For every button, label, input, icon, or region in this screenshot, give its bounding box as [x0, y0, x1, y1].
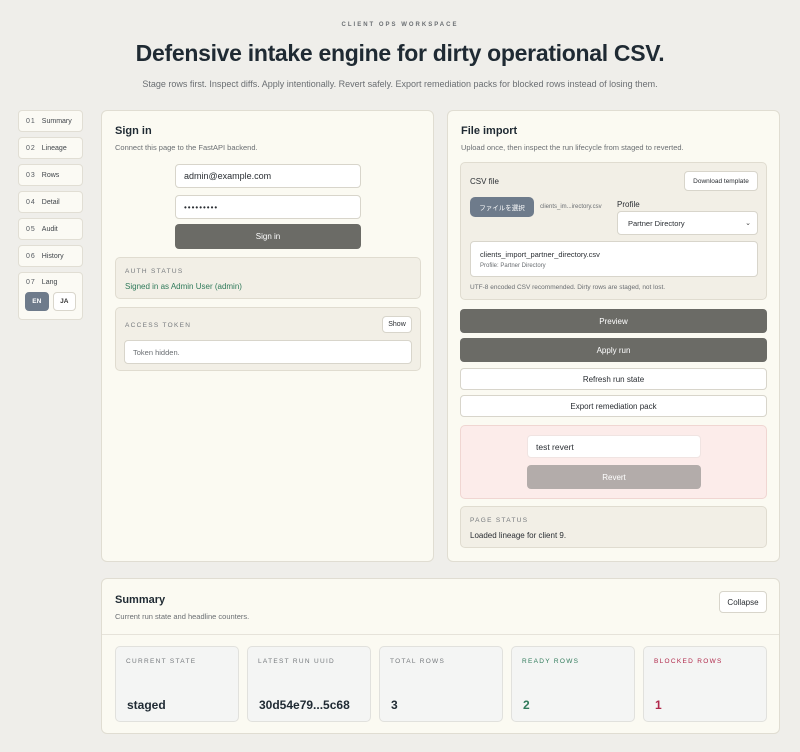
email-field[interactable]: admin@example.com [175, 164, 361, 188]
stat-value: 2 [523, 698, 530, 712]
access-token-label: ACCESS TOKEN [125, 322, 192, 329]
nav-item-label: Lang [41, 279, 58, 286]
workspace-eyebrow: CLIENT OPS WORKSPACE [341, 22, 459, 28]
auth-status-value: Signed in as Admin User (admin) [125, 282, 242, 291]
stat-label: LATEST RUN UUID [258, 658, 336, 665]
profile-label: Profile [617, 200, 640, 209]
page-subtitle: Stage rows first. Inspect diffs. Apply i… [142, 79, 658, 89]
password-field[interactable]: ••••••••• [175, 195, 361, 219]
stat-value: 30d54e79...5c68 [259, 698, 350, 712]
auth-status-panel: AUTH STATUS Signed in as Admin User (adm… [115, 257, 421, 299]
nav-item-history[interactable]: 06 History [18, 245, 83, 267]
csv-upload-panel: CSV file Download template ファイルを選択 clien… [460, 162, 767, 300]
summary-divider [102, 634, 779, 635]
nav-item-label: History [41, 252, 64, 260]
nav-item-number: 05 [26, 225, 36, 233]
access-token-field[interactable]: Token hidden. [124, 340, 412, 364]
stat-value: staged [127, 698, 166, 712]
signin-card: Sign in Connect this page to the FastAPI… [101, 110, 434, 562]
nav-item-label: Audit [41, 225, 58, 233]
stat-ready-rows: READY ROWS 2 [511, 646, 635, 722]
nav-item-rows[interactable]: 03 Rows [18, 164, 83, 186]
preview-button[interactable]: Preview [460, 309, 767, 333]
nav-item-lang: 07 Lang EN JA [18, 272, 83, 320]
nav-item-detail[interactable]: 04 Detail [18, 191, 83, 213]
revert-button[interactable]: Revert [527, 465, 701, 489]
apply-run-button[interactable]: Apply run [460, 338, 767, 362]
nav-item-audit[interactable]: 05 Audit [18, 218, 83, 240]
signin-subtitle: Connect this page to the FastAPI backend… [115, 143, 258, 152]
nav-item-number: 01 [26, 117, 36, 125]
csv-file-label: CSV file [470, 177, 499, 186]
file-import-subtitle: Upload once, then inspect the run lifecy… [461, 143, 684, 152]
signin-title: Sign in [115, 125, 152, 137]
stat-total-rows: TOTAL ROWS 3 [379, 646, 503, 722]
nav-item-summary[interactable]: 01 Summary [18, 110, 83, 132]
section-nav: 01 Summary 02 Lineage 03 Rows 04 Detail 05 Au… [18, 110, 83, 320]
profile-select-value: Partner Directory [628, 218, 685, 228]
stat-current-state: CURRENT STATE staged [115, 646, 239, 722]
stat-latest-run-uuid: LATEST RUN UUID 30d54e79...5c68 [247, 646, 371, 722]
revert-panel: test revert Revert [460, 425, 767, 499]
nav-item-number: 02 [26, 144, 36, 152]
selected-file-name: clients_im...irectory.csv [540, 204, 602, 210]
access-token-panel: ACCESS TOKEN Show Token hidden. [115, 307, 421, 371]
export-remediation-button[interactable]: Export remediation pack [460, 395, 767, 417]
nav-item-label: Summary [41, 117, 72, 125]
summary-title: Summary [115, 594, 166, 606]
signin-button[interactable]: Sign in [175, 224, 361, 249]
file-info-box: clients_import_partner_directory.csv Pro… [470, 241, 758, 277]
chevron-down-icon: ⌄ [745, 220, 751, 227]
stat-label: CURRENT STATE [126, 658, 197, 665]
stat-value: 3 [391, 698, 398, 712]
csv-hint: UTF-8 encoded CSV recommended. Dirty row… [470, 284, 666, 291]
choose-file-button[interactable]: ファイルを選択 [470, 197, 534, 217]
file-info-name: clients_import_partner_directory.csv [480, 250, 600, 259]
nav-item-lineage[interactable]: 02 Lineage [18, 137, 83, 159]
nav-item-number: 07 [26, 279, 36, 286]
file-import-card: File import Upload once, then inspect th… [447, 110, 780, 562]
nav-item-number: 04 [26, 198, 36, 206]
lang-en-button[interactable]: EN [25, 292, 49, 311]
stat-label: READY ROWS [522, 658, 580, 665]
page-status-panel: PAGE STATUS Loaded lineage for client 9. [460, 506, 767, 548]
summary-subtitle: Current run state and headline counters. [115, 612, 250, 621]
page-status-value: Loaded lineage for client 9. [470, 531, 567, 540]
download-template-button[interactable]: Download template [684, 171, 758, 191]
revert-reason-input[interactable]: test revert [527, 435, 701, 458]
stat-blocked-rows: BLOCKED ROWS 1 [643, 646, 767, 722]
nav-item-label: Detail [41, 198, 60, 206]
nav-item-label: Rows [41, 171, 60, 179]
collapse-button[interactable]: Collapse [719, 591, 767, 613]
stat-label: TOTAL ROWS [390, 658, 446, 665]
file-info-profile: Profile: Partner Directory [480, 263, 546, 269]
lang-ja-button[interactable]: JA [52, 292, 76, 311]
page-status-label: PAGE STATUS [470, 517, 529, 524]
refresh-run-state-button[interactable]: Refresh run state [460, 368, 767, 390]
page-title: Defensive intake engine for dirty operat… [135, 40, 665, 66]
token-show-button[interactable]: Show [382, 316, 412, 333]
nav-item-label: Lineage [41, 144, 67, 152]
stat-label: BLOCKED ROWS [654, 658, 723, 665]
profile-select[interactable]: Partner Directory ⌄ [617, 211, 758, 235]
file-import-title: File import [461, 125, 518, 137]
nav-item-number: 06 [26, 252, 36, 260]
nav-item-number: 03 [26, 171, 36, 179]
stat-value: 1 [655, 698, 662, 712]
auth-status-label: AUTH STATUS [125, 268, 184, 275]
